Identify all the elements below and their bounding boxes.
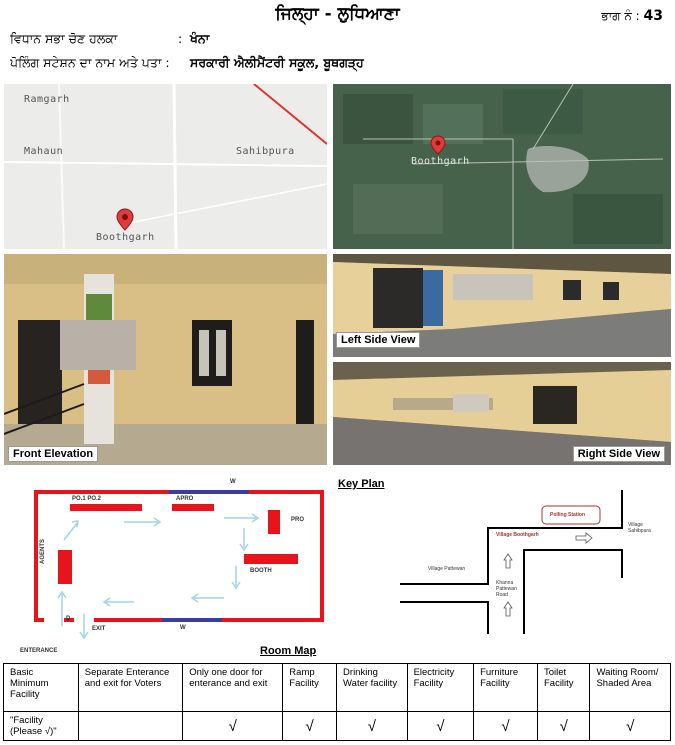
header-cell: Drinking Water facility — [336, 663, 408, 712]
station-value: ਸਰਕਾਰੀ ਐਲੀਮੈਂਟਰੀ ਸਕੂਲ, ਬੂਥਗੜ੍ਹ — [190, 55, 364, 70]
facilities-header-row: Basic Minimum Facility Separate Enteranc… — [3, 663, 671, 712]
check-cell — [77, 711, 184, 741]
part-label: ਭਾਗ ਨੰ : — [601, 9, 640, 23]
kp-village-boothgarh: Village Boothgarh — [496, 532, 539, 538]
check-cell: √ — [182, 711, 284, 741]
label-pro: PRO — [291, 517, 305, 523]
header-cell: Waiting Room/ Shaded Area — [589, 663, 671, 712]
label-exit: EXIT — [92, 626, 106, 632]
satellite-label-boothgarh: Boothgarh — [411, 156, 470, 167]
part-value: 43 — [643, 8, 663, 24]
facilities-check-row: "Facility (Please √)" √ √ √ √ √ √ √ — [3, 711, 671, 741]
label-po: PO.1 PO.2 — [72, 496, 102, 502]
map-label-mahaun: Mahaun — [24, 146, 64, 157]
map-label-sahibpura: Sahibpura — [236, 146, 295, 157]
constituency-label: ਵਿਧਾਨ ਸਭਾ ਚੋਣ ਹਲਕਾ — [10, 31, 118, 46]
check-cell: √ — [336, 711, 408, 741]
key-plan-title: Key Plan — [338, 478, 385, 490]
front-elevation-photo: Front Elevation — [4, 254, 327, 465]
label-d: D — [66, 616, 71, 622]
label-apro: APRO — [176, 496, 194, 502]
check-cell: √ — [589, 711, 671, 741]
label-agents: AGENTS — [40, 538, 46, 564]
kp-village-sahibpura: Village Sahibpura — [628, 522, 651, 534]
label-w-bottom: W — [180, 625, 186, 631]
header-cell: Furniture Facility — [473, 663, 538, 712]
right-side-photo: Right Side View — [333, 362, 671, 465]
kp-polling-station: Polling Station — [550, 512, 585, 518]
check-cell: √ — [282, 711, 338, 741]
label-w-top: W — [230, 479, 236, 485]
kp-road: Khanna Pattewan Road — [496, 580, 517, 598]
header-cell: Electricity Facility — [406, 663, 475, 712]
page-title: ਜਿਲ੍ਹਾ - ਲੁਧਿਆਣਾ — [275, 4, 400, 24]
front-elevation-caption: Front Elevation — [8, 446, 99, 462]
satellite-pin-icon — [430, 135, 446, 155]
station-label: ਪੋਲਿੰਗ ਸਟੇਸ਼ਨ ਦਾ ਨਾਮ ਅਤੇ ਪਤਾ : — [10, 55, 170, 70]
constituency-sep: : — [178, 31, 183, 46]
check-cell: √ — [536, 711, 591, 741]
header-cell: Only one door for enterance and exit — [182, 663, 284, 712]
check-cell: √ — [473, 711, 538, 741]
right-side-caption: Right Side View — [572, 446, 665, 462]
header-cell: Toilet Facility — [536, 663, 591, 712]
map-label-boothgarh: Boothgarh — [96, 232, 155, 243]
room-map: PO.1 PO.2 APRO PRO BOOTH AGENTS W W D EX… — [4, 476, 334, 658]
room-map-title: Room Map — [260, 645, 317, 657]
facility-row-label: "Facility (Please √)" — [3, 711, 79, 741]
facilities-table: Basic Minimum Facility Separate Enteranc… — [3, 663, 671, 741]
part-number: ਭਾਗ ਨੰ : 43 — [601, 8, 663, 24]
road-map: Ramgarh Mahaun Sahibpura Boothgarh — [4, 84, 327, 249]
header-cell: Separate Enterance and exit for Voters — [77, 663, 184, 712]
label-entrance: ENTERANCE — [20, 648, 58, 654]
satellite-map: Boothgarh — [333, 84, 671, 249]
constituency-value: ਖੰਨਾ — [190, 31, 210, 46]
header-cell: Basic Minimum Facility — [3, 663, 79, 712]
kp-village-pattewan: Village Pattewan — [428, 566, 466, 572]
left-side-photo: Left Side View — [333, 254, 671, 357]
key-plan: Polling Station Village Boothgarh Villag… — [396, 488, 666, 638]
map-label-ramgarh: Ramgarh — [24, 94, 70, 105]
left-side-caption: Left Side View — [336, 332, 421, 348]
map-pin-icon — [116, 208, 134, 231]
label-booth: BOOTH — [250, 568, 272, 574]
check-cell: √ — [406, 711, 475, 741]
header-cell: Ramp Facility — [282, 663, 338, 712]
